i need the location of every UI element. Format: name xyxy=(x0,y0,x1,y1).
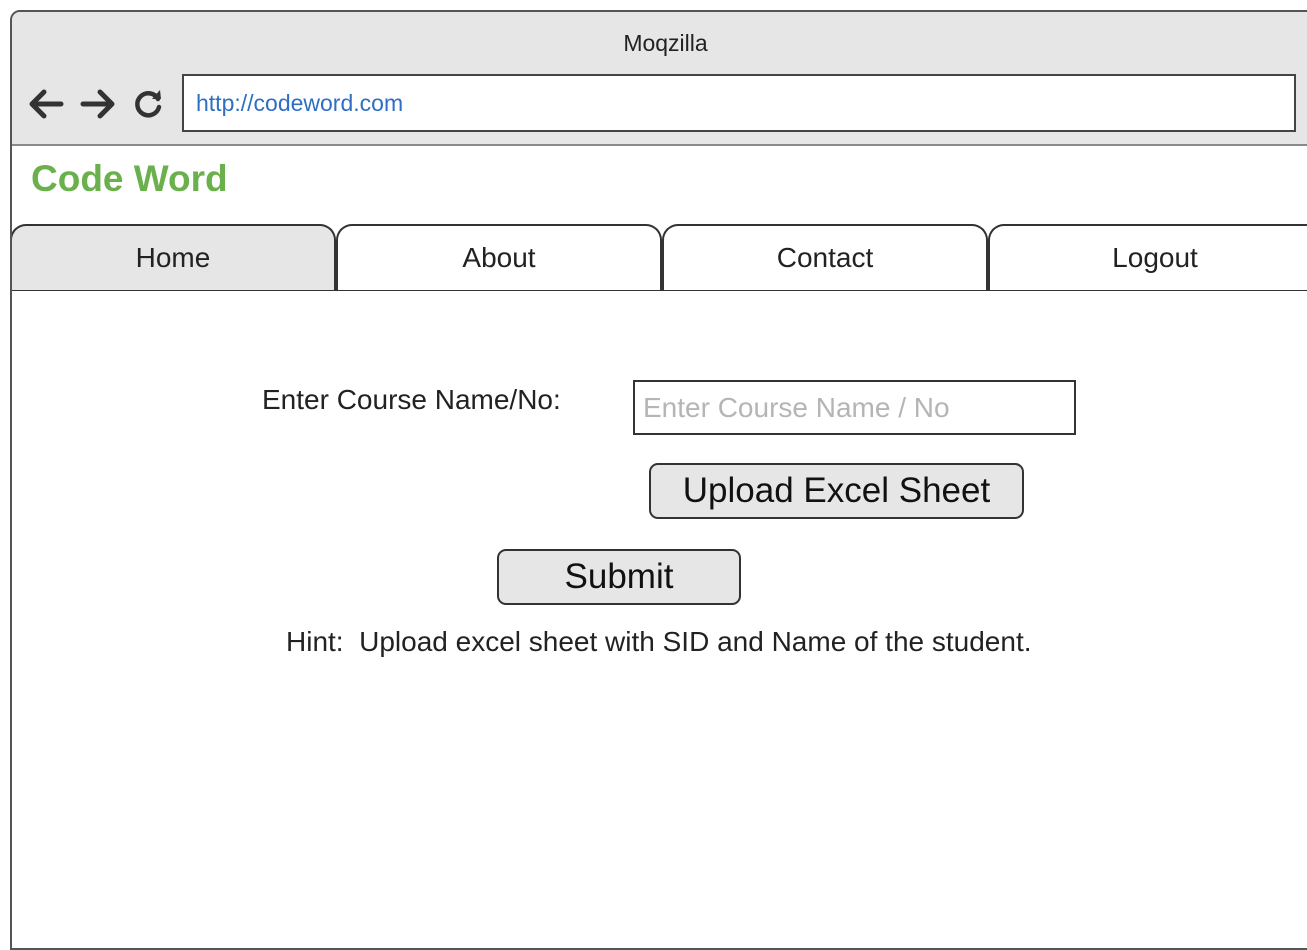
site-brand: Code Word xyxy=(31,158,228,199)
tab-logout[interactable]: Logout xyxy=(988,224,1307,290)
address-bar[interactable]: http://codeword.com xyxy=(182,74,1296,132)
course-input[interactable] xyxy=(633,380,1076,435)
upload-excel-button[interactable]: Upload Excel Sheet xyxy=(649,463,1024,519)
submit-button-label: Submit xyxy=(564,557,674,596)
browser-chrome: Moqzilla http://codeword.com xyxy=(12,12,1307,146)
nav-tabs: Home About Contact Logout xyxy=(12,224,1307,291)
tab-label: Home xyxy=(135,242,211,273)
submit-button[interactable]: Submit xyxy=(497,549,741,605)
tab-label: Logout xyxy=(1112,242,1198,273)
hint-text: Hint: Upload excel sheet with SID and Na… xyxy=(286,626,1032,657)
browser-window: Moqzilla http://codeword.com Code Word H… xyxy=(10,10,1307,950)
tab-home[interactable]: Home xyxy=(12,224,336,290)
arrow-right-icon[interactable] xyxy=(78,84,118,124)
upload-button-label: Upload Excel Sheet xyxy=(682,471,991,510)
arrow-left-icon[interactable] xyxy=(26,84,66,124)
tab-label: About xyxy=(462,242,536,273)
tab-label: Contact xyxy=(776,242,874,273)
window-title: Moqzilla xyxy=(623,30,708,56)
tab-about[interactable]: About xyxy=(336,224,662,290)
tab-contact[interactable]: Contact xyxy=(662,224,988,290)
reload-icon[interactable] xyxy=(128,84,168,124)
course-label: Enter Course Name/No: xyxy=(262,384,561,415)
